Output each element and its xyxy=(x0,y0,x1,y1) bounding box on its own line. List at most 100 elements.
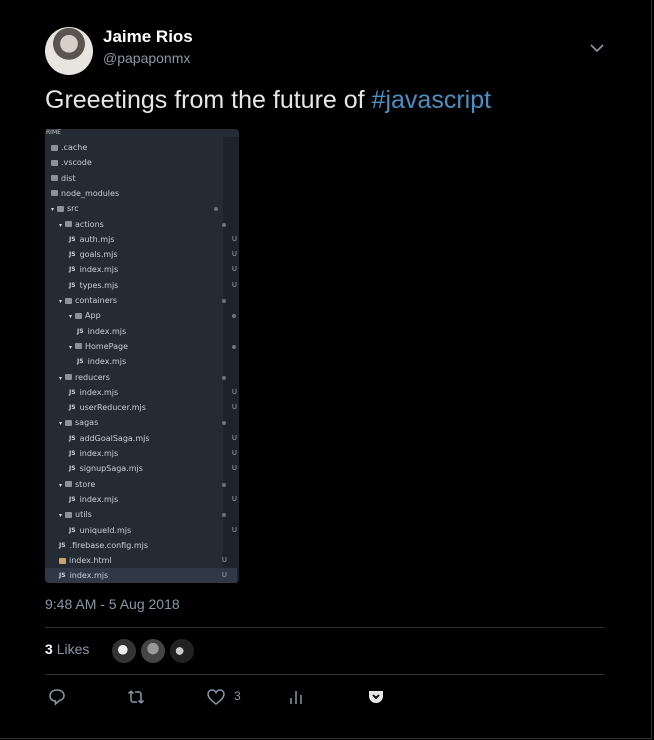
file-tree-label: signupSaga.mjs xyxy=(79,464,143,474)
file-tree-row[interactable]: JS .firebase.config.mjs xyxy=(45,538,237,553)
tweet-image[interactable]: RIME .cache .vscode dist node_modules ▾ src ▾ a… xyxy=(45,129,239,583)
file-tree-row[interactable]: .cache xyxy=(45,140,229,155)
file-tree-row[interactable]: JSindex.mjsU xyxy=(45,492,239,507)
file-tree-row[interactable]: ▾ utils xyxy=(45,507,237,522)
likes-label: Likes xyxy=(56,641,90,657)
file-tree-row[interactable]: JSindex.mjsU xyxy=(45,324,239,339)
folder-icon xyxy=(51,159,58,166)
file-tree-row[interactable]: JS userReducer.mjs U xyxy=(45,400,239,415)
git-status-badge: U xyxy=(231,464,237,473)
folder-icon xyxy=(65,374,73,380)
file-tree-row[interactable]: index.html U xyxy=(45,553,237,568)
likes-stat[interactable]: 3 Likes xyxy=(45,641,89,657)
file-tree-row[interactable]: JS uniqueId.mjs U xyxy=(45,523,239,538)
file-tree-row[interactable]: ▾ containers xyxy=(45,293,237,308)
file-tree-row[interactable]: JSindex.mjsU xyxy=(45,568,237,583)
modified-dot xyxy=(222,222,226,227)
modified-dot xyxy=(214,207,218,212)
folder-icon xyxy=(75,312,83,319)
file-tree-row[interactable]: JSindex.mjsU xyxy=(45,446,239,461)
chevron-down-icon[interactable]: ▾ xyxy=(59,508,62,523)
js-file-icon: JS xyxy=(69,465,76,473)
chevron-down-icon[interactable]: ▾ xyxy=(69,309,72,324)
avatar[interactable] xyxy=(45,27,93,75)
file-tree-row[interactable]: ▾ actions xyxy=(45,217,237,232)
git-status-badge: U xyxy=(231,403,237,412)
heart-icon[interactable] xyxy=(206,687,226,707)
file-tree-label: dist xyxy=(61,173,76,183)
js-file-icon: JS xyxy=(59,572,66,580)
modified-dot xyxy=(232,314,236,319)
file-tree-label: .vscode xyxy=(61,158,92,168)
file-tree-row[interactable]: dist xyxy=(45,171,229,186)
user-handle[interactable]: @papaponmx xyxy=(103,50,190,66)
file-tree-label: .cache xyxy=(61,143,88,152)
liker-avatar[interactable] xyxy=(169,638,195,664)
html-file-icon xyxy=(59,557,66,564)
hashtag-link[interactable]: #javascript xyxy=(372,86,492,114)
tweet-text: Greeetings from the future of #javascrip… xyxy=(45,86,491,115)
file-tree-row[interactable]: JSindex.mjsU xyxy=(45,262,239,277)
chevron-down-icon[interactable] xyxy=(588,39,606,57)
timestamp[interactable]: 9:48 AM - 5 Aug 2018 xyxy=(45,596,180,612)
divider xyxy=(45,627,604,628)
folder-icon xyxy=(65,221,73,227)
file-tree-row[interactable]: JSindex.mjsU xyxy=(45,385,239,400)
file-tree-row[interactable]: ▾ App xyxy=(45,308,239,323)
chevron-down-icon[interactable]: ▾ xyxy=(59,416,62,431)
git-status-badge: U xyxy=(231,280,237,289)
file-tree-row[interactable]: .vscode xyxy=(45,155,229,170)
file-tree-label: userReducer.mjs xyxy=(79,403,146,413)
file-tree-label: actions xyxy=(75,219,104,229)
pocket-icon[interactable] xyxy=(366,687,386,707)
file-tree-row[interactable]: JS goals.mjs U xyxy=(45,247,239,262)
chevron-down-icon[interactable]: ▾ xyxy=(59,218,62,233)
js-file-icon: JS xyxy=(69,281,76,289)
analytics-icon[interactable] xyxy=(286,687,306,707)
file-tree-label: reducers xyxy=(75,372,110,382)
folder-icon xyxy=(65,481,73,488)
file-tree-row[interactable]: JSindex.mjsU xyxy=(45,354,239,369)
chevron-down-icon[interactable]: ▾ xyxy=(51,202,54,217)
file-tree-row[interactable]: ▾ src xyxy=(45,201,229,216)
modified-dot xyxy=(222,482,226,487)
file-tree-row[interactable]: JS addGoalSaga.mjs U xyxy=(45,431,239,446)
file-tree-label: index.mjs xyxy=(87,357,127,367)
user-name[interactable]: Jaime Rios xyxy=(103,27,193,47)
liker-avatar[interactable] xyxy=(111,638,137,664)
file-tree-label: index.mjs xyxy=(69,571,109,581)
file-tree-label: uniqueId.mjs xyxy=(79,525,132,535)
file-tree-label: auth.mjs xyxy=(79,234,115,244)
folder-icon xyxy=(65,511,73,518)
file-tree-row[interactable]: ▾ store xyxy=(45,477,237,492)
file-tree-row[interactable]: ▾ reducers xyxy=(45,370,237,385)
modified-dot xyxy=(222,513,226,518)
file-tree-label: index.mjs xyxy=(79,494,119,504)
file-tree-row[interactable]: node_modules xyxy=(45,186,229,201)
chevron-down-icon[interactable]: ▾ xyxy=(59,478,62,493)
file-tree-row[interactable]: JS types.mjs U xyxy=(45,278,239,293)
retweet-icon[interactable] xyxy=(126,687,146,707)
chevron-down-icon[interactable]: ▾ xyxy=(59,371,62,386)
file-tree-row[interactable]: JS auth.mjs U xyxy=(45,232,239,247)
like-count: 3 xyxy=(234,689,241,703)
file-tree-label: src xyxy=(67,204,79,214)
liker-avatar[interactable] xyxy=(140,638,166,664)
file-tree-label: index.mjs xyxy=(79,449,119,458)
file-tree-label: .firebase.config.mjs xyxy=(69,540,148,550)
folder-icon xyxy=(51,175,58,182)
chevron-down-icon[interactable]: ▾ xyxy=(69,340,72,355)
file-tree-label: goals.mjs xyxy=(79,250,118,260)
file-tree-row[interactable]: ▾ sagas xyxy=(45,415,237,430)
git-status-badge: U xyxy=(231,433,237,442)
folder-icon xyxy=(51,144,58,151)
modified-dot xyxy=(232,344,236,349)
folder-icon xyxy=(75,343,83,350)
git-status-badge: U xyxy=(231,265,237,274)
file-tree-row[interactable]: JS signupSaga.mjs U xyxy=(45,461,239,476)
file-tree-label: index.mjs xyxy=(87,326,127,336)
chevron-down-icon[interactable]: ▾ xyxy=(59,294,62,309)
file-tree-row[interactable]: ▾ HomePage xyxy=(45,339,239,354)
folder-icon xyxy=(57,205,65,212)
reply-icon[interactable] xyxy=(47,687,67,707)
